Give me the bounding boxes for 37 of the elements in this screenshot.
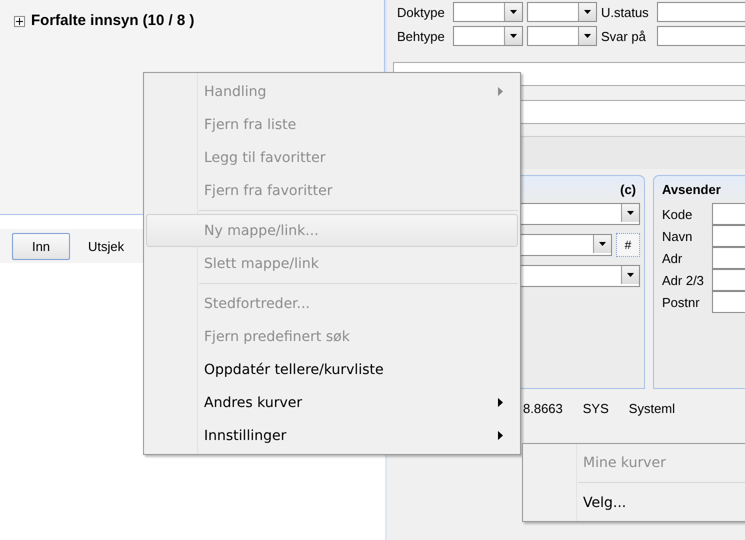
menu-item[interactable]: Velg... (525, 486, 745, 519)
menu-item[interactable]: Andres kurver (146, 386, 518, 419)
dropdown[interactable] (453, 2, 523, 22)
dropdown[interactable] (453, 26, 523, 46)
expand-icon[interactable] (14, 16, 25, 27)
input-field[interactable] (657, 2, 745, 22)
hash-button[interactable]: # (616, 233, 640, 257)
table-cell: Systeml (628, 401, 676, 416)
inn-button[interactable]: Inn (12, 232, 70, 260)
field-label: Adr (662, 250, 684, 266)
field-label: Adr 2/3 (662, 272, 705, 288)
table-cell: SYS (582, 401, 609, 416)
field-label: Navn (662, 228, 694, 244)
caret-icon (627, 211, 634, 215)
dropdown[interactable] (527, 2, 597, 22)
utsjek-label: Utsjek (88, 238, 124, 254)
dropdown[interactable] (527, 26, 597, 46)
caret-icon (510, 10, 517, 14)
field-label: Postnr (662, 294, 701, 310)
caret-icon (584, 34, 591, 38)
caret-icon (510, 34, 517, 38)
submenu-arrow-icon (498, 87, 503, 96)
field-label: Svar på (601, 28, 647, 44)
caret-icon (584, 10, 591, 14)
table-cell: 8.8663 (523, 401, 563, 416)
menu-item[interactable]: Innstillinger (146, 419, 518, 452)
input-field[interactable] (657, 26, 745, 46)
menu-item[interactable]: Oppdatér tellere/kurvliste (146, 353, 518, 386)
submenu-arrow-icon (498, 398, 503, 407)
field-label: Kode (662, 206, 694, 222)
field-label: Behtype (397, 28, 446, 44)
caret-icon (627, 273, 634, 277)
field-label: Doktype (397, 4, 446, 20)
tree-item[interactable]: Forfalte innsyn (10 / 8 ) (31, 12, 194, 29)
caret-icon (599, 242, 606, 246)
submenu-arrow-icon (498, 431, 503, 440)
field-label: U.status (601, 4, 650, 20)
